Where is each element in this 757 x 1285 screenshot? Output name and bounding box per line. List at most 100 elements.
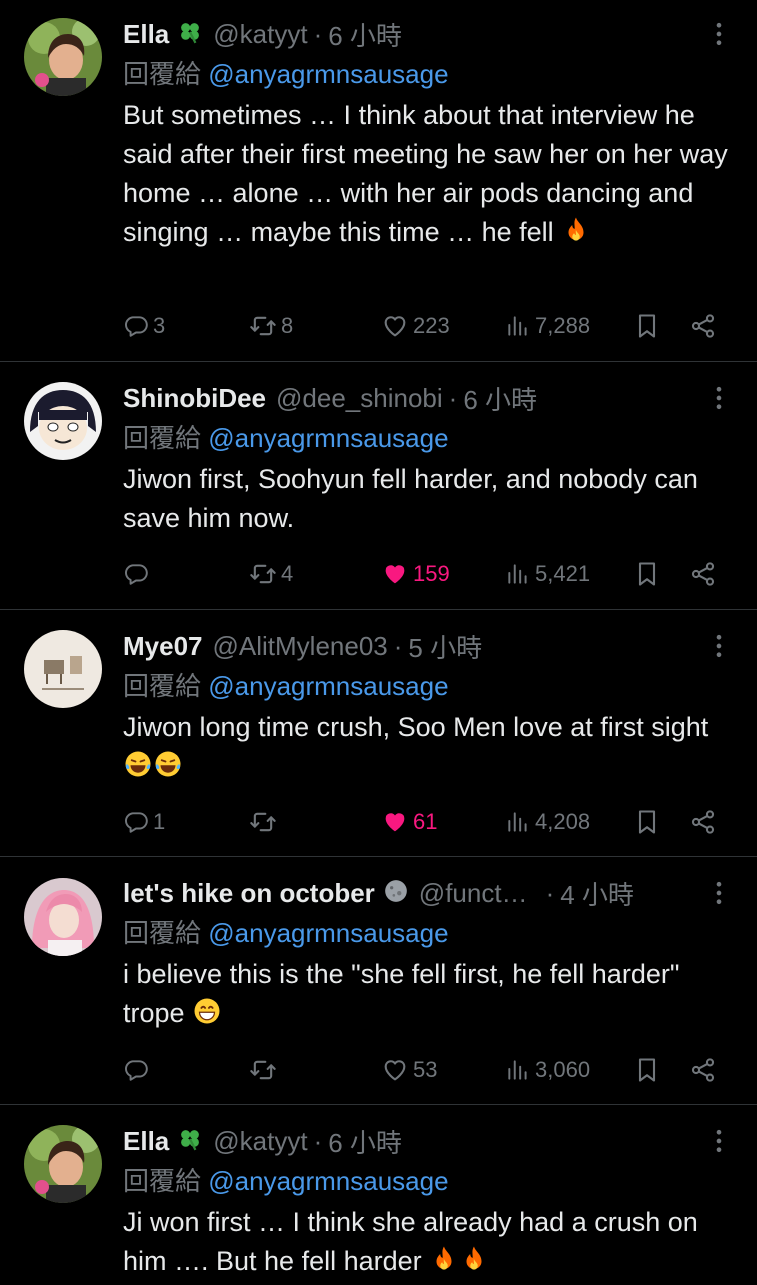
views-icon bbox=[505, 561, 531, 587]
like-button[interactable]: 159 bbox=[381, 554, 450, 594]
retweet-button[interactable]: 8 bbox=[249, 306, 293, 346]
reply-button[interactable] bbox=[123, 1050, 153, 1090]
separator-dot: · bbox=[545, 877, 555, 908]
display-name[interactable]: Ella bbox=[123, 1126, 169, 1157]
grinning-icon bbox=[192, 996, 222, 1037]
timestamp[interactable]: 6 小時 bbox=[328, 1123, 402, 1160]
tweet-header: let's hike on october @funct… · 4 小時 bbox=[123, 873, 733, 913]
tweet[interactable]: Mye07 @AlitMylene03 · 5 小時 回覆給 @anyagrmn… bbox=[0, 610, 757, 857]
user-handle[interactable]: @katyyt bbox=[213, 19, 307, 50]
avatar[interactable] bbox=[24, 878, 102, 956]
more-options-icon[interactable] bbox=[705, 20, 733, 48]
action-bar: 53 3,060 bbox=[123, 1050, 733, 1090]
tweet-text: Jiwon long time crush, Soo Men love at f… bbox=[123, 708, 733, 790]
like-count: 53 bbox=[413, 1057, 438, 1082]
tweet[interactable]: ShinobiDee @dee_shinobi · 6 小時 回覆給 @anya… bbox=[0, 362, 757, 610]
four-leaf-clover-icon bbox=[177, 19, 203, 50]
retweet-button[interactable] bbox=[249, 802, 281, 842]
moon-face-icon bbox=[383, 878, 409, 909]
four-leaf-clover-icon bbox=[177, 1126, 203, 1157]
share-icon bbox=[689, 312, 717, 340]
display-name[interactable]: Mye07 bbox=[123, 631, 203, 662]
reply-icon bbox=[123, 809, 149, 835]
more-options-icon[interactable] bbox=[705, 1127, 733, 1155]
reply-icon bbox=[123, 561, 149, 587]
avatar[interactable] bbox=[24, 382, 102, 460]
bookmark-icon bbox=[633, 1056, 661, 1084]
tweet[interactable]: Ella @katyyt · 6 小時 回覆給 @anyagrmnsausage… bbox=[0, 0, 757, 362]
action-bar: 4 159 5,421 bbox=[123, 554, 733, 594]
replying-to: 回覆給 @anyagrmnsausage bbox=[123, 418, 733, 458]
reply-to-handle-link[interactable]: @anyagrmnsausage bbox=[208, 59, 448, 89]
bookmark-button[interactable] bbox=[633, 306, 661, 346]
reply-to-handle-link[interactable]: @anyagrmnsausage bbox=[208, 423, 448, 453]
reply-button[interactable]: 1 bbox=[123, 802, 165, 842]
display-name[interactable]: ShinobiDee bbox=[123, 383, 266, 414]
like-button[interactable]: 61 bbox=[381, 802, 437, 842]
heart-filled-icon bbox=[381, 808, 409, 836]
views-icon bbox=[505, 1057, 531, 1083]
bookmark-icon bbox=[633, 560, 661, 588]
views-icon bbox=[505, 809, 531, 835]
reply-to-handle-link[interactable]: @anyagrmnsausage bbox=[208, 918, 448, 948]
reply-icon bbox=[123, 313, 149, 339]
action-bar: 3 8 223 7,288 bbox=[123, 306, 733, 346]
retweet-icon bbox=[249, 312, 277, 340]
share-button[interactable] bbox=[689, 1050, 717, 1090]
share-icon bbox=[689, 1056, 717, 1084]
tweet[interactable]: let's hike on october @funct… · 4 小時 回覆給… bbox=[0, 857, 757, 1105]
user-handle[interactable]: @dee_shinobi bbox=[276, 383, 443, 414]
retweet-button[interactable]: 4 bbox=[249, 554, 293, 594]
reply-prefix: 回覆給 bbox=[123, 59, 202, 89]
user-handle[interactable]: @funct… bbox=[419, 878, 528, 909]
avatar[interactable] bbox=[24, 1125, 102, 1203]
display-name[interactable]: Ella bbox=[123, 19, 169, 50]
fire-icon bbox=[561, 215, 591, 256]
retweet-count: 8 bbox=[281, 313, 294, 338]
tweet-text: But sometimes … I think about that inter… bbox=[123, 96, 733, 256]
bookmark-button[interactable] bbox=[633, 554, 661, 594]
like-count: 159 bbox=[413, 561, 450, 586]
reply-count: 1 bbox=[153, 809, 166, 834]
views-button[interactable]: 4,208 bbox=[505, 802, 590, 842]
retweet-icon bbox=[249, 1056, 277, 1084]
reply-button[interactable] bbox=[123, 554, 153, 594]
views-icon bbox=[505, 313, 531, 339]
reply-button[interactable]: 3 bbox=[123, 306, 165, 346]
views-button[interactable]: 7,288 bbox=[505, 306, 590, 346]
views-button[interactable]: 3,060 bbox=[505, 1050, 590, 1090]
reply-prefix: 回覆給 bbox=[123, 423, 202, 453]
tweet-text-content: But sometimes … I think about that inter… bbox=[123, 100, 728, 247]
avatar[interactable] bbox=[24, 630, 102, 708]
retweet-icon bbox=[249, 808, 277, 836]
user-handle[interactable]: @katyyt bbox=[213, 1126, 307, 1157]
avatar[interactable] bbox=[24, 18, 102, 96]
bookmark-button[interactable] bbox=[633, 1050, 661, 1090]
share-button[interactable] bbox=[689, 802, 717, 842]
timestamp[interactable]: 6 小時 bbox=[463, 380, 537, 417]
bookmark-button[interactable] bbox=[633, 802, 661, 842]
like-button[interactable]: 53 bbox=[381, 1050, 437, 1090]
bookmark-icon bbox=[633, 808, 661, 836]
separator-dot: · bbox=[448, 382, 458, 413]
more-options-icon[interactable] bbox=[705, 879, 733, 907]
share-button[interactable] bbox=[689, 554, 717, 594]
tweet[interactable]: Ella @katyyt · 6 小時 回覆給 @anyagrmnsausage… bbox=[0, 1105, 757, 1280]
replying-to: 回覆給 @anyagrmnsausage bbox=[123, 1161, 733, 1201]
more-options-icon[interactable] bbox=[705, 384, 733, 412]
reply-to-handle-link[interactable]: @anyagrmnsausage bbox=[208, 1166, 448, 1196]
views-button[interactable]: 5,421 bbox=[505, 554, 590, 594]
view-count: 3,060 bbox=[535, 1057, 591, 1082]
like-button[interactable]: 223 bbox=[381, 306, 450, 346]
display-name[interactable]: let's hike on october bbox=[123, 878, 375, 909]
tweet-header: Mye07 @AlitMylene03 · 5 小時 bbox=[123, 626, 733, 666]
timestamp[interactable]: 4 小時 bbox=[560, 875, 634, 912]
user-handle[interactable]: @AlitMylene03 bbox=[213, 631, 388, 662]
timestamp[interactable]: 5 小時 bbox=[408, 628, 482, 665]
timestamp[interactable]: 6 小時 bbox=[328, 16, 402, 53]
share-button[interactable] bbox=[689, 306, 717, 346]
more-options-icon[interactable] bbox=[705, 632, 733, 660]
retweet-button[interactable] bbox=[249, 1050, 281, 1090]
replying-to: 回覆給 @anyagrmnsausage bbox=[123, 913, 733, 953]
reply-to-handle-link[interactable]: @anyagrmnsausage bbox=[208, 671, 448, 701]
